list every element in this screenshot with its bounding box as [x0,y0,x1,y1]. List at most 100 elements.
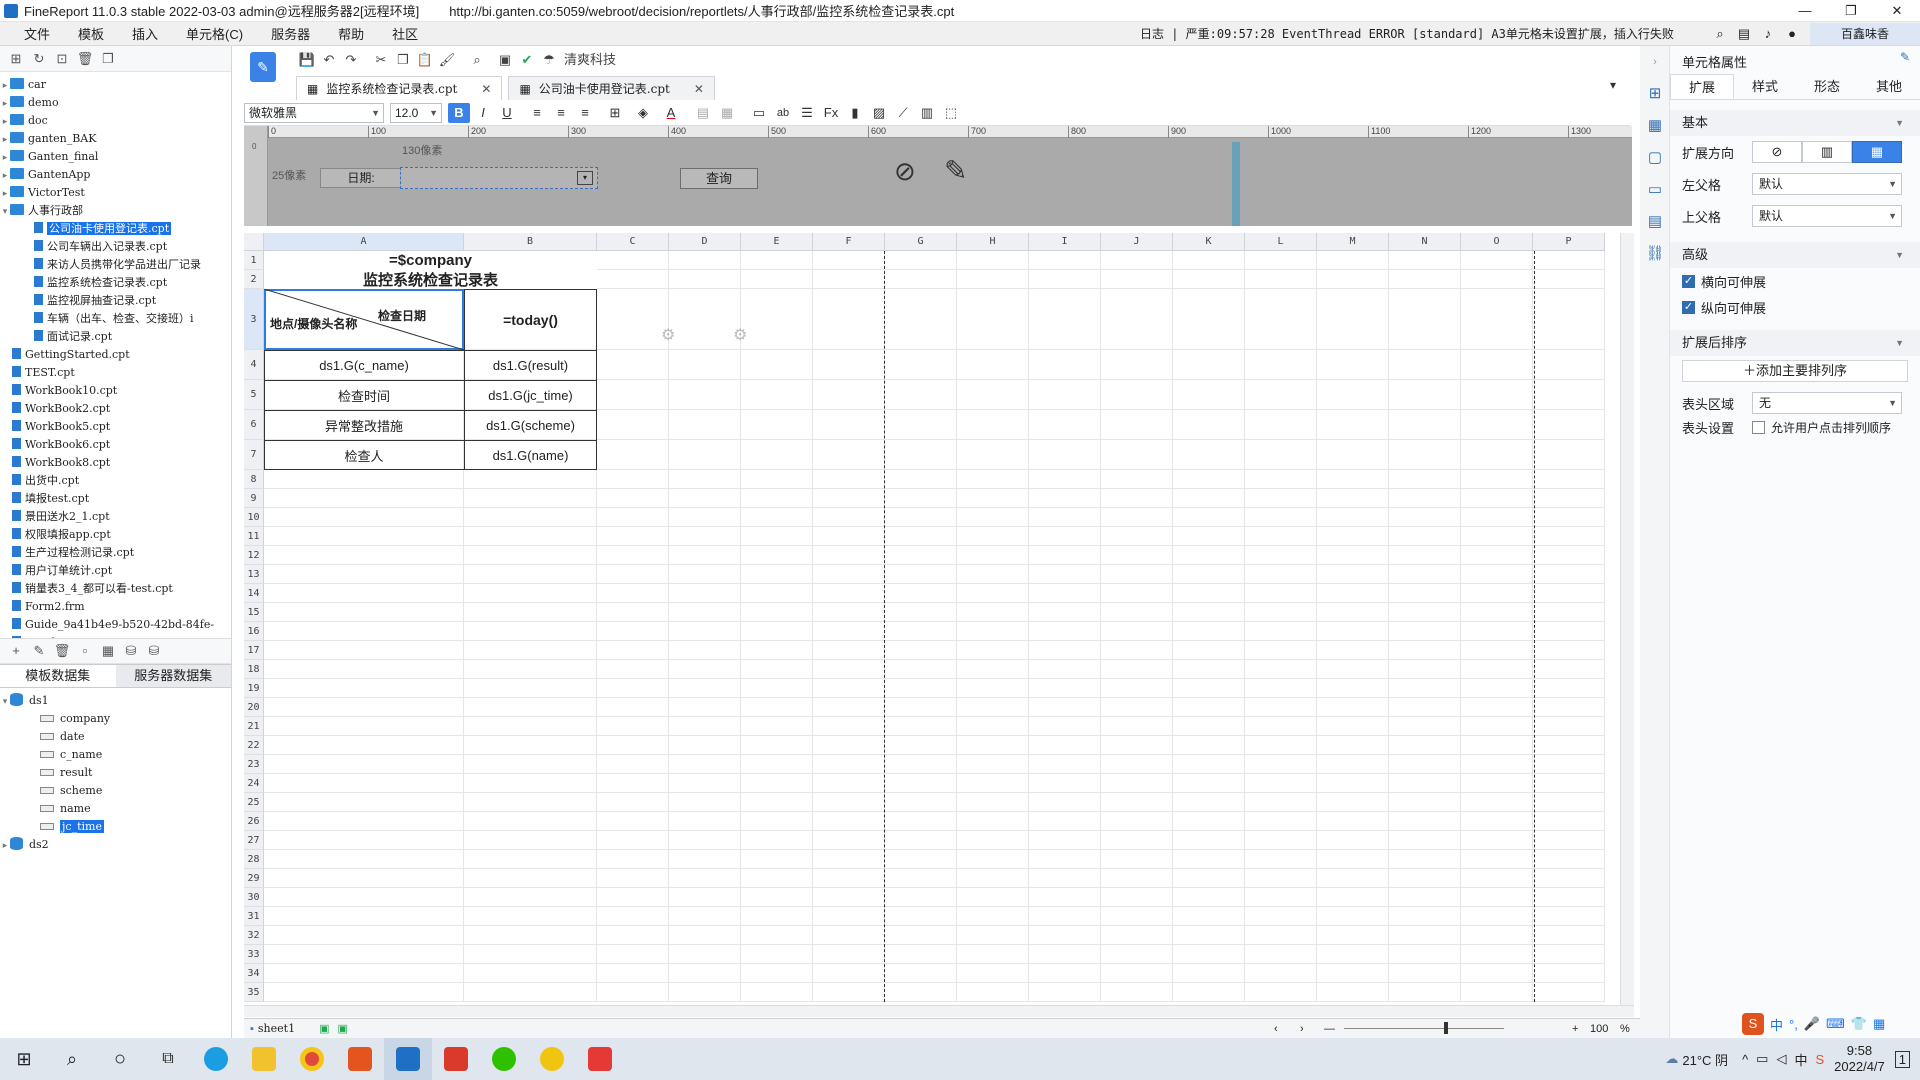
template-icon-button[interactable]: ✎ [250,52,276,82]
dataset-field[interactable]: name [0,800,231,818]
tree-item[interactable]: 权限填报app.cpt [0,526,231,544]
tree-item[interactable]: 出货中.cpt [0,472,231,490]
section-advanced[interactable]: 高级 ▼ [1670,242,1920,268]
row-header[interactable]: 26 [244,812,264,831]
horizontal-scrollbar[interactable] [244,1005,1634,1017]
row-header[interactable]: 10 [244,508,264,527]
tab-menu-icon[interactable]: ▾ [1610,78,1616,92]
zoom-in-icon[interactable]: + [1572,1023,1578,1035]
tree-item[interactable]: 来访人员携带化学品进出厂记录 [0,256,231,274]
dataset-field[interactable]: jc_time [0,818,231,836]
row-header[interactable]: 16 [244,622,264,641]
restore-button[interactable]: ❐ [1828,0,1874,22]
row-header[interactable]: 30 [244,888,264,907]
tab-other[interactable]: 其他 [1858,74,1920,99]
row-header[interactable]: 35 [244,983,264,1002]
cell-a7[interactable]: 检查人 [264,440,464,470]
column-header[interactable]: G [885,233,957,251]
expand-arrow-icon[interactable]: ▸ [0,185,10,202]
wps-app[interactable] [432,1038,480,1080]
add-icon[interactable]: + [6,641,26,661]
tab-style[interactable]: 样式 [1734,74,1796,99]
row-header[interactable]: 19 [244,679,264,698]
row-header[interactable]: 27 [244,831,264,850]
cell-b7[interactable]: ds1.G(name) [464,440,597,470]
edit-icon[interactable]: ✎ [29,641,49,661]
slash-icon[interactable]: ⟋ [892,103,914,123]
query-button[interactable]: 查询 [680,168,758,189]
column-header[interactable]: F [813,233,885,251]
clock[interactable]: 9:58 2022/4/7 [1834,1043,1885,1075]
ime-indicator[interactable]: 中 [1794,1050,1807,1069]
error-log-message[interactable]: 日志 | 严重:09:57:28 EventThread ERROR [stan… [1140,25,1674,42]
tree-item[interactable]: WorkBook10.cpt [0,382,231,400]
scroll-right-icon[interactable]: › [1300,1023,1304,1035]
hyperlink-icon[interactable]: ⛓ [1640,238,1670,270]
cell-a6[interactable]: 异常整改措施 [264,410,464,440]
menu-server[interactable]: 服务器 [257,24,324,43]
copy-icon[interactable]: ❐ [98,49,118,69]
unmerge-cells-icon[interactable]: ▦ [716,103,738,123]
dataset-field[interactable]: c_name [0,746,231,764]
format-painter-icon[interactable]: 🖌 [436,49,458,71]
tree-item[interactable]: ▾ 人事行政部 [0,202,231,220]
frame-icon[interactable]: ⬚ [940,103,962,123]
font-size-select[interactable]: 12.0 ▼ [390,102,442,123]
ime-floating-toolbar[interactable]: S 中 °, 🎤 ⌨ 👕 ▦ [1742,1012,1920,1036]
cell-a5[interactable]: 检查时间 [264,380,464,410]
row-header[interactable]: 29 [244,869,264,888]
tree-item[interactable]: 生产过程检测记录.cpt [0,544,231,562]
tree-item[interactable]: 公司油卡使用登记表.cpt [0,220,231,238]
row-header[interactable]: 6 [244,410,264,440]
tree-item[interactable]: WorkBook5.cpt [0,418,231,436]
tree-item[interactable]: ▸ GantenApp [0,166,231,184]
column-header[interactable]: O [1461,233,1533,251]
tab-oilcard-record[interactable]: ▦ 公司油卡使用登记表.cpt ✕ [508,76,715,100]
edit-pencil-icon[interactable]: ✎ [944,154,967,187]
expand-arrow-icon[interactable]: ▾ [0,203,10,220]
image-icon[interactable]: ▨ [868,103,890,123]
dataset-ds1[interactable]: ▾ ds1 [0,692,231,710]
tree-item[interactable]: WorkBook6.cpt [0,436,231,454]
column-header[interactable]: A [264,233,464,251]
cell-element-icon[interactable]: ▦ [1640,110,1670,142]
row-header[interactable]: 21 [244,717,264,736]
select-all-corner[interactable] [244,233,264,251]
menu-insert[interactable]: 插入 [118,24,172,43]
tree-item[interactable]: 公司车辆出入记录表.cpt [0,238,231,256]
search-replace-icon[interactable]: ⌕ [466,49,488,71]
row-header[interactable]: 20 [244,698,264,717]
dataset-field[interactable]: company [0,710,231,728]
font-color-icon[interactable]: A [660,103,682,123]
tree-item[interactable]: ▸ car [0,76,231,94]
tab-expand[interactable]: 扩展 [1670,74,1734,99]
bell-icon[interactable]: ♪ [1756,26,1780,41]
hide-eye-icon[interactable]: ⊘ [894,156,916,187]
tree-item[interactable]: WorkBook2.cpt [0,400,231,418]
user-name[interactable]: 百鑫味香 [1810,22,1920,45]
brand-label[interactable]: 清爽科技 [560,49,620,71]
underline-button[interactable]: U [496,103,518,123]
insert-formula-icon[interactable]: ▭ [748,103,770,123]
dataset-ds2[interactable]: ▸ ds2 [0,836,231,854]
header-area-select[interactable]: 无 ▼ [1752,392,1902,414]
subreport-icon[interactable]: ▥ [916,103,938,123]
tab-shape[interactable]: 形态 [1796,74,1858,99]
close-tab-icon[interactable]: ✕ [481,77,491,101]
column-header[interactable]: N [1389,233,1461,251]
cell-b6[interactable]: ds1.G(scheme) [464,410,597,440]
column-header[interactable]: L [1245,233,1317,251]
column-header[interactable]: I [1029,233,1101,251]
zoom-value[interactable]: 100 [1590,1023,1608,1035]
add-poly-sheet-icon[interactable]: ▣ [337,1022,347,1035]
row-header[interactable]: 1 [244,251,264,270]
hyperlink-list-icon[interactable]: ▤ [1640,206,1670,238]
expand-arrow-icon[interactable]: ▸ [0,77,10,94]
row-header[interactable]: 25 [244,793,264,812]
column-header[interactable]: D [669,233,741,251]
row-header[interactable]: 31 [244,907,264,926]
section-basic[interactable]: 基本 ▼ [1670,110,1920,136]
rich-text-icon[interactable]: ☰ [796,103,818,123]
tree-item[interactable]: ▸ Ganten_final [0,148,231,166]
explorer-app[interactable] [240,1038,288,1080]
